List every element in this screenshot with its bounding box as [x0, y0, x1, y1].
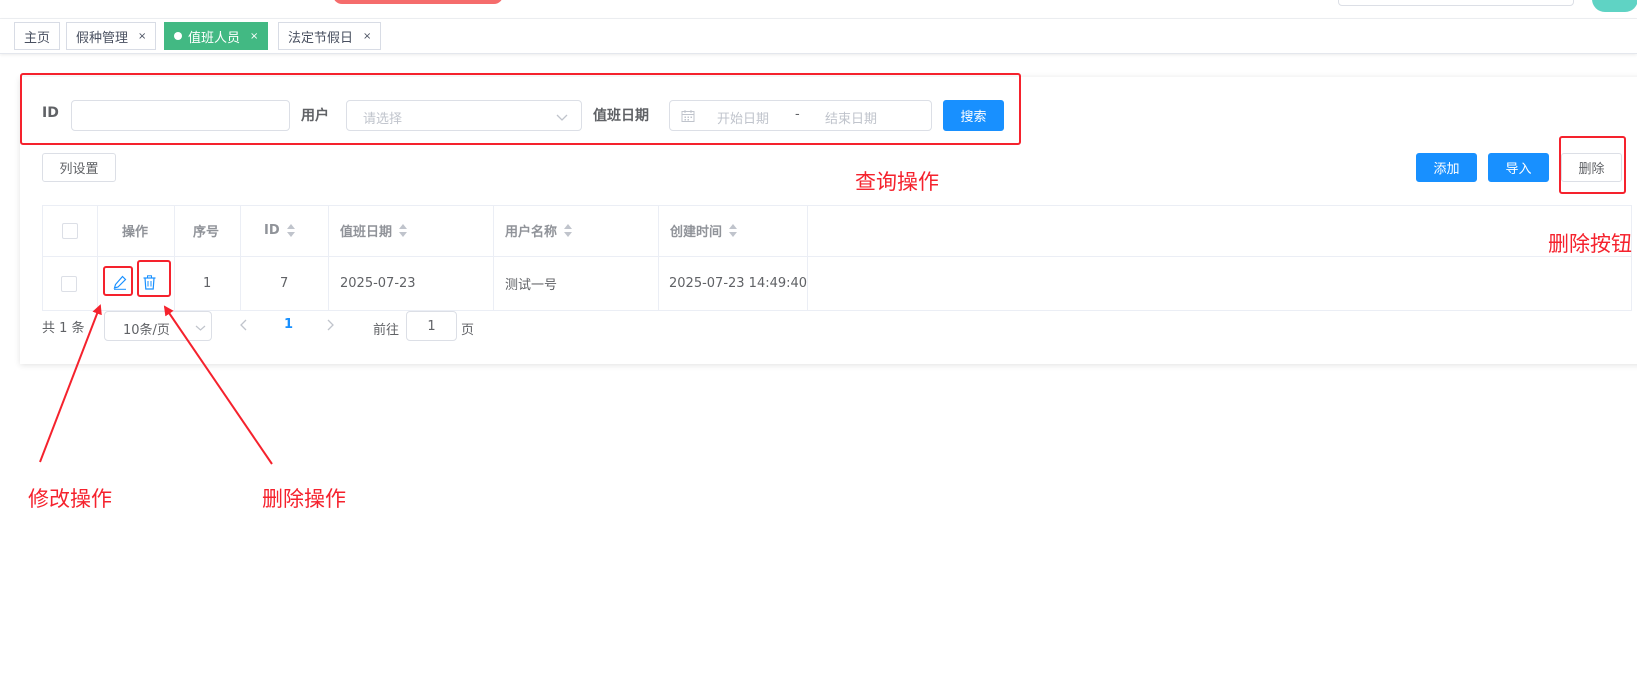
- edit-arrow: [39, 304, 102, 463]
- delete-op-arrow: [163, 305, 273, 465]
- annotation-arrows: [39, 304, 273, 465]
